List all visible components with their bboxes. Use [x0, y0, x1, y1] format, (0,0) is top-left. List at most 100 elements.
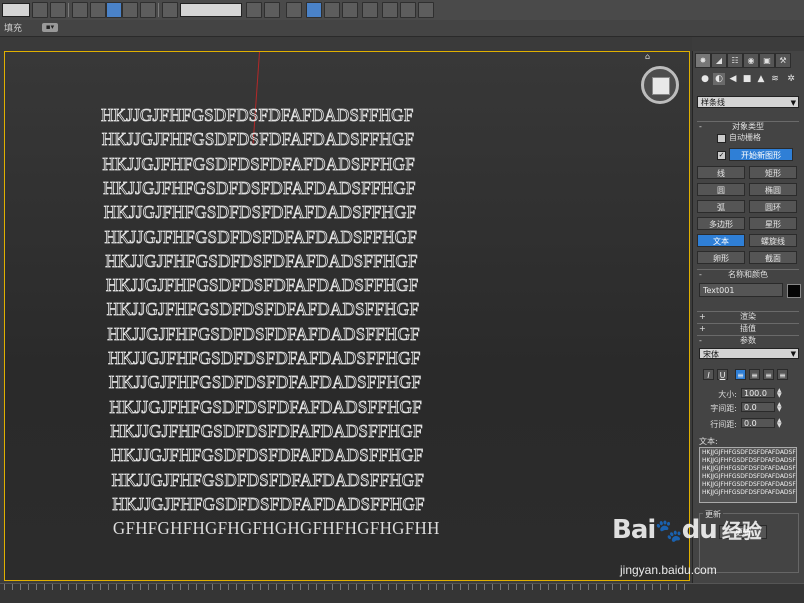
lights-icon[interactable]: ◀ — [727, 73, 739, 85]
spinner-arrows-icon[interactable]: ▲ ▼ — [777, 388, 783, 399]
select-scale-icon[interactable] — [106, 2, 122, 18]
text-shape-line: HKJJGJFHFGSDFDSFDFAFDADSFFHGF — [110, 445, 424, 466]
select-rotate-icon[interactable] — [90, 2, 106, 18]
text-content-line: HKJJGJFHFGSDFDSFDFAFDADSFFH — [702, 489, 797, 496]
render-dropdown-icon[interactable] — [418, 2, 434, 18]
helpers-icon[interactable]: ▲ — [755, 73, 767, 85]
auto-grid-label: 自动栅格 — [729, 133, 761, 142]
toolbar-divider — [68, 3, 69, 17]
object-type-rollout-header[interactable]: - 对象类型 — [697, 121, 799, 131]
schematic-view-icon[interactable] — [324, 2, 340, 18]
text-shape-line: HKJJGJFHFGSDFDSFDFAFDADSFFHGF — [109, 397, 423, 418]
ribbon-bar: 填充 ▪▾ — [0, 20, 804, 37]
space-warps-icon[interactable]: ≋ — [769, 73, 781, 85]
render-setup-icon[interactable] — [362, 2, 378, 18]
leading-spinner[interactable]: 0.0 — [741, 418, 775, 428]
named-selection-field[interactable] — [2, 3, 30, 17]
interpolation-rollout-header[interactable]: + 插值 — [697, 323, 799, 333]
viewport-header-gap — [0, 37, 692, 51]
viewcube-face[interactable] — [652, 77, 670, 95]
shape-button-1[interactable]: 矩形 — [749, 166, 797, 179]
systems-icon[interactable]: ✲ — [785, 73, 797, 85]
italic-button[interactable]: I — [703, 369, 714, 380]
material-editor-icon[interactable] — [342, 2, 358, 18]
text-content-textarea[interactable]: HKJJGJFHFGSDFDSFDFAFDADSFFH HKJJGJFHFGSDF… — [699, 447, 797, 503]
shape-button-7[interactable]: 星形 — [749, 217, 797, 230]
modify-tab-icon[interactable]: ◢ — [711, 53, 727, 68]
collapse-icon: - — [699, 122, 702, 131]
collapse-icon: - — [699, 270, 702, 279]
create-tab-icon[interactable]: ✸ — [695, 53, 711, 68]
shape-category-dropdown[interactable]: 样条线 ▼ — [697, 96, 799, 108]
spinner-arrows-icon[interactable]: ▲ ▼ — [777, 402, 783, 413]
motion-tab-icon[interactable]: ◉ — [743, 53, 759, 68]
start-new-shape-checkbox[interactable]: ✓ — [717, 151, 726, 160]
perspective-viewport[interactable]: HKJJGJFHFGSDFDSFDFAFDADSFFHGF HKJJGJFHFGS… — [4, 51, 690, 581]
display-tab-icon[interactable]: ▣ — [759, 53, 775, 68]
spinner-arrows-icon[interactable]: ▲ ▼ — [777, 418, 783, 429]
select-move-icon[interactable] — [72, 2, 88, 18]
text-shape-line: HKJJGJFHFGSDFDSFDFAFDADSFFHGF — [105, 275, 419, 296]
align-center-button[interactable]: ≡ — [749, 369, 760, 380]
rendered-frame-icon[interactable] — [382, 2, 398, 18]
align-right-button[interactable]: ≡ — [763, 369, 774, 380]
shape-button-4[interactable]: 弧 — [697, 200, 745, 213]
expand-icon: + — [699, 324, 706, 333]
text-shape-line: HKJJGJFHFGSDFDSFDFAFDADSFFHGF — [103, 178, 416, 199]
mirror-icon[interactable] — [246, 2, 262, 18]
layer-manager-icon[interactable] — [286, 2, 302, 18]
rendering-rollout-header[interactable]: + 渲染 — [697, 311, 799, 321]
chevron-down-icon: ▼ — [790, 350, 796, 358]
auto-grid-checkbox[interactable] — [717, 134, 726, 143]
geometry-icon[interactable]: ● — [699, 73, 711, 85]
parameters-rollout-header[interactable]: - 参数 — [697, 335, 799, 345]
underline-button[interactable]: U — [717, 369, 728, 380]
shape-button-9[interactable]: 螺旋线 — [749, 234, 797, 247]
shape-button-3[interactable]: 椭圆 — [749, 183, 797, 196]
size-spinner[interactable]: 100.0 — [741, 388, 775, 398]
rollout-title: 参数 — [740, 336, 756, 345]
baidu-watermark: Bai🐾du 经验 jingyan.baidu.com — [612, 515, 762, 577]
shape-button-11[interactable]: 截面 — [749, 251, 797, 264]
shape-button-2[interactable]: 圆 — [697, 183, 745, 196]
rollout-title: 插值 — [740, 324, 756, 333]
shape-button-0[interactable]: 线 — [697, 166, 745, 179]
text-content-line: HKJJGJFHFGSDFDSFDFAFDADSFFH — [702, 449, 797, 456]
object-name-field[interactable]: Text001 — [699, 283, 783, 297]
curve-editor-icon[interactable] — [306, 2, 322, 18]
shape-button-10[interactable]: 卵形 — [697, 251, 745, 264]
text-shape-line: HKJJGJFHFGSDFDSFDFAFDADSFFHGF — [104, 227, 418, 248]
timeline-bar[interactable] — [0, 583, 804, 603]
shape-button-5[interactable]: 圆环 — [749, 200, 797, 213]
render-icon[interactable] — [400, 2, 416, 18]
align-left-button[interactable]: ≡ — [735, 369, 746, 380]
text-shape-line: HKJJGJFHFGSDFDSFDFAFDADSFFHGF — [101, 105, 414, 126]
shapes-icon[interactable]: ◐ — [713, 73, 725, 85]
start-new-shape-button[interactable]: 开始新图形 — [729, 148, 793, 161]
justify-button[interactable]: ≡ — [777, 369, 788, 380]
named-selection-set-field[interactable] — [180, 3, 242, 17]
angle-snap-icon[interactable] — [140, 2, 156, 18]
text-shape-line: HKJJGJFHFGSDFDSFDFAFDADSFFHGF — [108, 348, 421, 369]
name-color-rollout-header[interactable]: - 名称和颜色 — [697, 269, 799, 279]
select-object-icon[interactable] — [32, 2, 48, 18]
object-color-swatch[interactable] — [787, 284, 801, 298]
text-content-line: HKJJGJFHFGSDFDSFDFAFDADSFFH — [702, 473, 797, 480]
select-by-name-icon[interactable] — [50, 2, 66, 18]
utilities-tab-icon[interactable]: ⚒ — [775, 53, 791, 68]
camera-icon[interactable]: ▪▾ — [42, 23, 58, 32]
hierarchy-tab-icon[interactable]: ☷ — [727, 53, 743, 68]
kerning-spinner[interactable]: 0.0 — [741, 402, 775, 412]
shape-button-8[interactable]: 文本 — [697, 234, 745, 247]
font-value: 宋体 — [703, 350, 719, 359]
text-content-line: HKJJGJFHFGSDFDSFDFAFDADSFFH — [702, 481, 797, 488]
viewcube-icon[interactable] — [641, 66, 679, 104]
edit-named-selection-icon[interactable] — [162, 2, 178, 18]
shape-button-6[interactable]: 多边形 — [697, 217, 745, 230]
cameras-icon[interactable]: ■ — [741, 73, 753, 85]
align-icon[interactable] — [264, 2, 280, 18]
font-dropdown[interactable]: 宋体 ▼ — [699, 348, 799, 359]
magnet-snap-icon[interactable] — [122, 2, 138, 18]
home-icon[interactable]: ⌂ — [645, 52, 650, 61]
kerning-label: 字间距: — [710, 404, 737, 413]
